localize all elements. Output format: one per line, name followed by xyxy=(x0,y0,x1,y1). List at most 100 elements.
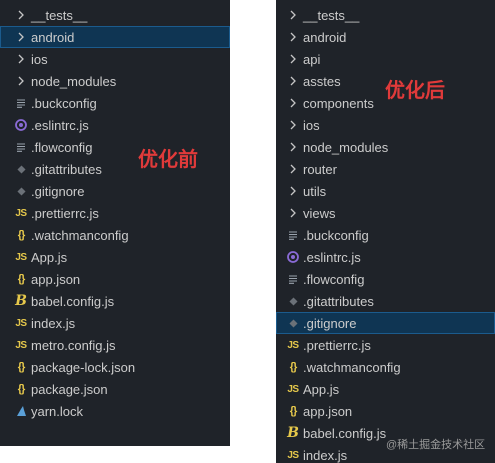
file-tree-item-label: yarn.lock xyxy=(31,403,84,419)
chevron-right-icon xyxy=(286,139,300,155)
file-tree-item[interactable]: .flowconfig xyxy=(276,268,495,290)
file-tree-item[interactable]: .gitignore xyxy=(276,312,495,334)
file-tree-item[interactable]: .gitattributes xyxy=(276,290,495,312)
file-tree-item-label: package-lock.json xyxy=(31,359,136,375)
file-tree-item[interactable]: .eslintrc.js xyxy=(0,114,230,136)
file-tree-item-label: .prettierrc.js xyxy=(303,337,371,353)
file-tree-item[interactable]: __tests__ xyxy=(276,4,495,26)
chevron-right-icon xyxy=(286,51,300,67)
file-tree-item-label: ios xyxy=(31,51,48,67)
file-tree-item-label: api xyxy=(303,51,321,67)
file-tree-item[interactable]: {} app.json xyxy=(0,268,230,290)
file-tree-item-label: .eslintrc.js xyxy=(303,249,361,265)
file-tree-item[interactable]: JS .prettierrc.js xyxy=(276,334,495,356)
chevron-right-icon xyxy=(14,73,28,89)
lines-icon xyxy=(14,139,28,155)
file-tree-item-label: .watchmanconfig xyxy=(31,227,129,243)
yarn-icon xyxy=(14,403,28,419)
file-tree-item[interactable]: .gitignore xyxy=(0,180,230,202)
file-tree-item[interactable]: {} package.json xyxy=(0,378,230,400)
file-tree-item[interactable]: {} .watchmanconfig xyxy=(276,356,495,378)
lines-icon xyxy=(14,95,28,111)
file-tree-item-label: __tests__ xyxy=(303,7,360,23)
file-tree-item[interactable]: api xyxy=(276,48,495,70)
file-tree-item[interactable]: {} app.json xyxy=(276,400,495,422)
file-tree-item[interactable]: ios xyxy=(276,114,495,136)
js-icon: JS xyxy=(287,339,299,351)
diamond-icon xyxy=(14,183,28,199)
after-optimization-label: 优化后 xyxy=(385,80,445,102)
eslint-icon xyxy=(14,117,28,133)
braces-icon: {} xyxy=(17,229,26,241)
file-tree-item[interactable]: {} .watchmanconfig xyxy=(0,224,230,246)
chevron-right-icon xyxy=(14,29,28,45)
file-tree-item[interactable]: .buckconfig xyxy=(276,224,495,246)
file-tree-item-label: node_modules xyxy=(31,73,117,89)
file-tree-item[interactable]: node_modules xyxy=(276,136,495,158)
file-tree-item-label: .gitattributes xyxy=(303,293,374,309)
file-tree-item-label: .buckconfig xyxy=(31,95,97,111)
file-tree-item-label: .buckconfig xyxy=(303,227,369,243)
file-tree-item-label: .flowconfig xyxy=(303,271,365,287)
file-tree-item-label: .gitignore xyxy=(31,183,85,199)
explorer-after-panel: __tests__ android api asstes components ios no… xyxy=(276,0,495,463)
file-tree-item[interactable]: __tests__ xyxy=(0,4,230,26)
file-tree-item-label: App.js xyxy=(303,381,340,397)
js-icon: JS xyxy=(15,339,27,351)
file-tree-item-label: app.json xyxy=(31,271,81,287)
file-tree-item[interactable]: node_modules xyxy=(0,70,230,92)
watermark: @稀土掘金技术社区 xyxy=(386,439,486,451)
js-icon: JS xyxy=(15,207,27,219)
diamond-icon xyxy=(14,161,28,177)
file-tree-item[interactable]: .eslintrc.js xyxy=(276,246,495,268)
file-tree-item[interactable]: {} package-lock.json xyxy=(0,356,230,378)
chevron-right-icon xyxy=(286,117,300,133)
diamond-icon xyxy=(286,293,300,309)
file-tree-item-label: router xyxy=(303,161,337,177)
babel-icon: B xyxy=(287,425,299,441)
braces-icon: {} xyxy=(17,383,26,395)
js-icon: JS xyxy=(287,383,299,395)
lines-icon xyxy=(286,227,300,243)
file-tree-item[interactable]: JS App.js xyxy=(276,378,495,400)
file-tree-item[interactable]: views xyxy=(276,202,495,224)
file-tree-item[interactable]: router xyxy=(276,158,495,180)
file-tree-item-label: views xyxy=(303,205,336,221)
chevron-right-icon xyxy=(286,95,300,111)
braces-icon: {} xyxy=(289,405,298,417)
file-tree-item-label: ios xyxy=(303,117,320,133)
chevron-right-icon xyxy=(14,51,28,67)
file-tree-item[interactable]: android xyxy=(0,26,230,48)
file-tree-item[interactable]: android xyxy=(276,26,495,48)
file-tree-item-label: metro.config.js xyxy=(31,337,116,353)
file-tree-item-label: .eslintrc.js xyxy=(31,117,89,133)
diamond-icon xyxy=(286,315,300,331)
file-tree-item[interactable]: JS App.js xyxy=(0,246,230,268)
chevron-right-icon xyxy=(286,7,300,23)
file-tree-item[interactable]: JS metro.config.js xyxy=(0,334,230,356)
file-tree-item[interactable]: .buckconfig xyxy=(0,92,230,114)
file-tree-item[interactable]: utils xyxy=(276,180,495,202)
file-tree-item-label: App.js xyxy=(31,249,68,265)
file-tree-item[interactable]: ios xyxy=(0,48,230,70)
file-tree-item-label: __tests__ xyxy=(31,7,88,23)
file-tree-item-label: index.js xyxy=(31,315,76,331)
babel-icon: B xyxy=(15,293,27,309)
chevron-right-icon xyxy=(286,29,300,45)
braces-icon: {} xyxy=(17,361,26,373)
file-tree-item-label: babel.config.js xyxy=(303,425,387,441)
file-tree-item[interactable]: JS index.js xyxy=(0,312,230,334)
file-tree-item-label: babel.config.js xyxy=(31,293,115,309)
file-tree-item-label: android xyxy=(31,29,75,45)
file-tree-item-label: .flowconfig xyxy=(31,139,93,155)
lines-icon xyxy=(286,271,300,287)
chevron-right-icon xyxy=(286,73,300,89)
file-tree-item-label: components xyxy=(303,95,374,111)
file-tree-item-label: node_modules xyxy=(303,139,389,155)
eslint-icon xyxy=(286,249,300,265)
file-tree-item[interactable]: JS .prettierrc.js xyxy=(0,202,230,224)
braces-icon: {} xyxy=(17,273,26,285)
file-tree-item[interactable]: yarn.lock xyxy=(0,400,230,422)
file-tree-item-label: utils xyxy=(303,183,327,199)
file-tree-item[interactable]: Bbabel.config.js xyxy=(0,290,230,312)
